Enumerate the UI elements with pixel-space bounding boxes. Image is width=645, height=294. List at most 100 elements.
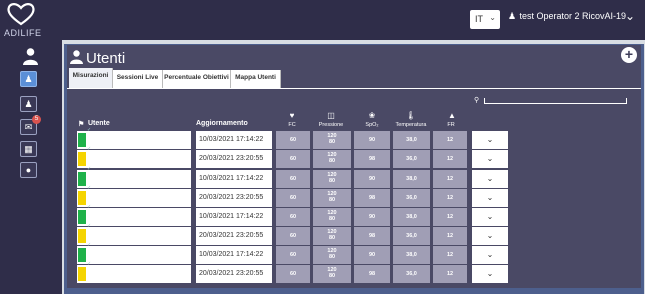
fr-cell: 12 <box>433 246 467 264</box>
header-utente[interactable]: Utente <box>88 120 110 127</box>
user-cell[interactable]: ✓ <box>77 166 191 188</box>
bell-icon: ✓ <box>87 146 92 152</box>
user-cell[interactable]: ✓ <box>77 261 191 283</box>
pressione-dia: 80 <box>328 216 336 222</box>
expand-row-button[interactable]: ⌄ <box>472 265 508 283</box>
header-fc[interactable]: FC <box>278 122 306 128</box>
date-cell: 10/03/2021 17:14:22 <box>196 170 272 188</box>
header-pressione[interactable]: Pressione <box>316 122 346 128</box>
language-select[interactable]: IT ⌄ <box>470 10 500 29</box>
user-menu-chevron-icon[interactable]: ⌄ <box>625 9 635 23</box>
status-indicator <box>78 267 86 281</box>
table-row[interactable]: ✓ 10/03/2021 17:14:22 60 120 80 90 38,0 12 ⌄ <box>0 242 645 264</box>
person-icon <box>23 48 38 65</box>
pressione-cell: 120 80 <box>313 208 351 226</box>
pressione-cell: 120 80 <box>313 246 351 264</box>
person-icon: ♟ <box>24 74 33 84</box>
pressione-dia: 80 <box>328 254 336 260</box>
table-row[interactable]: ✓ 20/03/2021 23:20:55 60 120 80 98 36,0 12 ⌄ <box>0 223 645 245</box>
tab-percentuale-obiettivi[interactable]: Percentuale Obiettivi <box>163 70 231 88</box>
user-cell[interactable]: ✓ <box>77 146 191 168</box>
oxygen-icon: ❀ <box>368 111 376 120</box>
heart-icon: ♥ <box>289 111 295 120</box>
temperatura-cell: 38,0 <box>393 170 430 188</box>
fr-cell: 12 <box>433 189 467 207</box>
status-indicator <box>78 152 86 166</box>
chevron-down-icon: ⌄ <box>486 193 494 202</box>
pressione-cell: 120 80 <box>313 265 351 283</box>
expand-row-button[interactable]: ⌄ <box>472 131 508 149</box>
user-cell[interactable]: ✓ <box>77 204 191 226</box>
header-aggiornamento[interactable]: Aggiornamento <box>196 120 248 127</box>
expand-row-button[interactable]: ⌄ <box>472 246 508 264</box>
pressione-cell: 120 80 <box>313 227 351 245</box>
date-cell: 10/03/2021 17:14:22 <box>196 246 272 264</box>
table-row[interactable]: ✓ 20/03/2021 23:20:55 60 120 80 98 36,0 12 ⌄ <box>0 146 645 168</box>
user-cell[interactable]: ✓ <box>77 127 191 149</box>
tab-misurazioni[interactable]: Misurazioni <box>69 68 113 88</box>
pressure-icon: ◫ <box>327 111 335 120</box>
expand-row-button[interactable]: ⌄ <box>472 189 508 207</box>
search-input[interactable] <box>484 98 627 104</box>
language-value: IT <box>475 14 483 24</box>
expand-row-button[interactable]: ⌄ <box>472 170 508 188</box>
user-cell[interactable]: ✓ <box>77 185 191 207</box>
notification-badge: 5 <box>32 115 41 124</box>
user-cell[interactable]: ✓ <box>77 242 191 264</box>
user-icon: ♟ <box>508 11 517 21</box>
bell-icon: ✓ <box>87 185 92 191</box>
fr-cell: 12 <box>433 208 467 226</box>
temperatura-cell: 36,0 <box>393 227 430 245</box>
temperatura-cell: 36,0 <box>393 189 430 207</box>
spo2-cell: 98 <box>354 150 390 168</box>
temperatura-cell: 38,0 <box>393 208 430 226</box>
expand-row-button[interactable]: ⌄ <box>472 208 508 226</box>
expand-row-button[interactable]: ⌄ <box>472 150 508 168</box>
bell-icon: ✓ <box>87 204 92 210</box>
app-logo[interactable]: ADILIFE <box>2 2 62 38</box>
expand-row-button[interactable]: ⌄ <box>472 227 508 245</box>
user-name: test Operator 2 RicovAI-19 <box>519 11 627 21</box>
spo2-cell: 98 <box>354 189 390 207</box>
pressione-cell: 120 80 <box>313 170 351 188</box>
spo2-cell: 90 <box>354 131 390 149</box>
chevron-down-icon: ⌄ <box>486 250 494 259</box>
table-row[interactable]: ✓ 20/03/2021 23:20:55 60 120 80 98 36,0 12 ⌄ <box>0 261 645 283</box>
user-menu[interactable]: ♟ test Operator 2 RicovAI-19 <box>508 11 626 22</box>
date-cell: 20/03/2021 23:20:55 <box>196 227 272 245</box>
table-row[interactable]: ✓ 10/03/2021 17:14:22 60 120 80 90 38,0 12 ⌄ <box>0 204 645 226</box>
tab-mappa-utenti[interactable]: Mappa Utenti <box>231 70 281 88</box>
bell-icon: ✓ <box>87 242 92 248</box>
table-row[interactable]: ✓ 20/03/2021 23:20:55 60 120 80 98 36,0 12 ⌄ <box>0 185 645 207</box>
sidebar-item-groups[interactable]: ♟ <box>20 96 37 112</box>
fr-cell: 12 <box>433 265 467 283</box>
add-user-button[interactable]: + <box>621 47 637 63</box>
fr-cell: 12 <box>433 227 467 245</box>
pressione-dia: 80 <box>328 273 336 279</box>
user-cell[interactable]: ✓ <box>77 223 191 245</box>
heart-logo-icon <box>7 3 35 26</box>
fc-cell: 60 <box>276 208 310 226</box>
header-spo2[interactable]: SpO₂ <box>357 122 387 128</box>
table-row[interactable]: ✓ 10/03/2021 17:14:22 60 120 80 90 38,0 12 ⌄ <box>0 127 645 149</box>
pressione-dia: 80 <box>328 139 336 145</box>
status-indicator <box>78 229 86 243</box>
status-indicator <box>78 172 86 186</box>
pressione-dia: 80 <box>328 197 336 203</box>
header-fr[interactable]: FR <box>437 122 465 128</box>
chevron-down-icon: ⌄ <box>486 231 494 240</box>
fr-cell: 12 <box>433 170 467 188</box>
fc-cell: 60 <box>276 150 310 168</box>
header-temperatura[interactable]: Temperatura <box>392 122 430 128</box>
tab-sessioni-live[interactable]: Sessioni Live <box>113 70 163 88</box>
spo2-cell: 98 <box>354 227 390 245</box>
sidebar-item-patients[interactable]: ♟ <box>20 71 37 87</box>
search-icon: ⚲ <box>474 97 480 104</box>
table-row[interactable]: ✓ 10/03/2021 17:14:22 60 120 80 90 38,0 12 ⌄ <box>0 166 645 188</box>
chevron-down-icon: ⌄ <box>486 135 494 144</box>
fc-cell: 60 <box>276 189 310 207</box>
chevron-down-icon: ⌄ <box>489 13 496 22</box>
fc-cell: 60 <box>276 170 310 188</box>
temperatura-cell: 38,0 <box>393 246 430 264</box>
page-title: Utenti <box>86 50 126 67</box>
